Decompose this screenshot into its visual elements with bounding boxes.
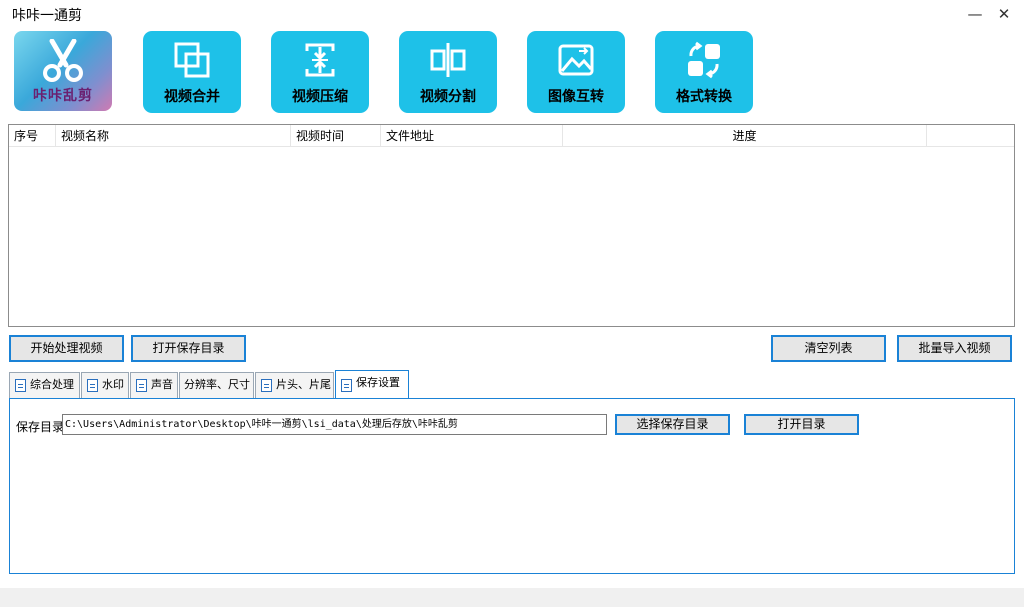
app-logo: 咔咔乱剪 — [14, 31, 112, 111]
document-icon — [341, 379, 352, 392]
title-bar: 咔咔一通剪 — ✕ — [0, 0, 1024, 28]
tab-intro-outro-label: 片头、片尾 — [276, 378, 331, 391]
tab-audio[interactable]: 声音 — [130, 372, 178, 398]
format-convert-button[interactable]: 格式转换 — [655, 31, 753, 113]
split-icon — [430, 43, 466, 77]
tab-save-settings-label: 保存设置 — [356, 376, 400, 389]
minimize-button[interactable]: — — [964, 4, 986, 24]
start-processing-button[interactable]: 开始处理视频 — [9, 335, 124, 362]
tab-watermark-label: 水印 — [102, 378, 124, 391]
tab-audio-label: 声音 — [151, 378, 173, 391]
column-header-name[interactable]: 视频名称 — [56, 125, 291, 147]
save-dir-input[interactable]: C:\Users\Administrator\Desktop\咔咔一通剪\lsi… — [62, 414, 607, 435]
choose-save-dir-button[interactable]: 选择保存目录 — [615, 414, 730, 435]
tab-resolution[interactable]: 分辨率、尺寸 — [179, 372, 254, 398]
image-convert-icon — [558, 44, 594, 76]
merge-icon — [174, 42, 210, 78]
merge-video-button[interactable]: 视频合并 — [143, 31, 241, 113]
save-settings-panel: 保存目录 C:\Users\Administrator\Desktop\咔咔一通… — [9, 398, 1015, 574]
document-icon — [136, 379, 147, 392]
status-bar — [0, 588, 1024, 607]
tab-resolution-label: 分辨率、尺寸 — [184, 378, 250, 391]
compress-video-label: 视频压缩 — [292, 89, 348, 105]
open-dir-button[interactable]: 打开目录 — [744, 414, 859, 435]
tab-general[interactable]: 综合处理 — [9, 372, 80, 398]
column-header-progress[interactable]: 进度 — [563, 125, 927, 147]
batch-import-button[interactable]: 批量导入视频 — [897, 335, 1012, 362]
image-convert-button[interactable]: 图像互转 — [527, 31, 625, 113]
open-save-dir-button[interactable]: 打开保存目录 — [131, 335, 246, 362]
tab-watermark[interactable]: 水印 — [81, 372, 129, 398]
tab-intro-outro[interactable]: 片头、片尾 — [255, 372, 334, 398]
format-convert-label: 格式转换 — [676, 89, 732, 105]
image-convert-label: 图像互转 — [548, 89, 604, 105]
document-icon — [87, 379, 98, 392]
merge-video-label: 视频合并 — [164, 89, 220, 105]
video-list[interactable]: 序号 视频名称 视频时间 文件地址 进度 — [8, 124, 1015, 327]
close-button[interactable]: ✕ — [993, 4, 1015, 24]
column-header-path[interactable]: 文件地址 — [381, 125, 563, 147]
tab-save-settings[interactable]: 保存设置 — [335, 370, 409, 398]
compress-icon — [305, 43, 335, 77]
column-header-duration[interactable]: 视频时间 — [291, 125, 381, 147]
split-video-label: 视频分割 — [420, 89, 476, 105]
video-list-header: 序号 视频名称 视频时间 文件地址 进度 — [9, 125, 1014, 147]
clear-list-button[interactable]: 清空列表 — [771, 335, 886, 362]
format-convert-icon — [688, 41, 720, 79]
scissors-icon — [43, 39, 83, 82]
save-dir-label: 保存目录 — [16, 420, 65, 434]
document-icon — [261, 379, 272, 392]
app-title: 咔咔一通剪 — [12, 8, 82, 24]
split-video-button[interactable]: 视频分割 — [399, 31, 497, 113]
column-header-index[interactable]: 序号 — [9, 125, 56, 147]
document-icon — [15, 379, 26, 392]
logo-text: 咔咔乱剪 — [33, 88, 93, 104]
compress-video-button[interactable]: 视频压缩 — [271, 31, 369, 113]
tab-general-label: 综合处理 — [30, 378, 74, 391]
